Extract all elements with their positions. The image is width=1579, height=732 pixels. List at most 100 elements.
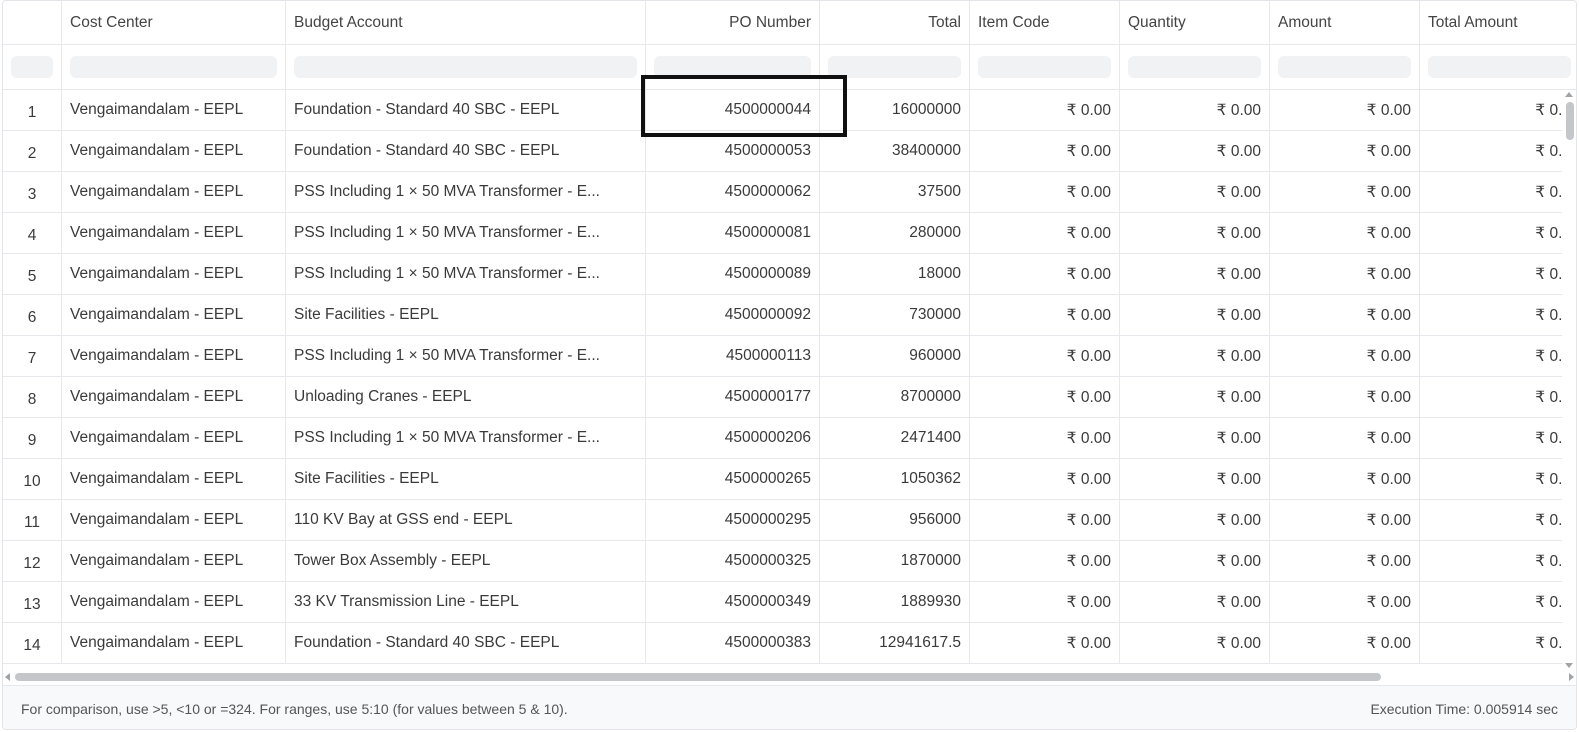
- filter-input-quantity[interactable]: [1128, 56, 1261, 78]
- cell-po_number[interactable]: 4500000062: [646, 172, 820, 212]
- column-header-quantity[interactable]: Quantity: [1120, 1, 1270, 44]
- cell-cost_center[interactable]: Vengaimandalam - EEPL: [62, 295, 286, 335]
- cell-po_number[interactable]: 4500000053: [646, 131, 820, 171]
- cell-amount[interactable]: ₹ 0.00: [1270, 172, 1420, 212]
- cell-total_amount[interactable]: ₹ 0.0: [1420, 541, 1576, 581]
- cell-amount[interactable]: ₹ 0.00: [1270, 500, 1420, 540]
- vertical-scroll-thumb[interactable]: [1566, 102, 1574, 140]
- row-number[interactable]: 12: [3, 541, 62, 581]
- cell-po_number[interactable]: 4500000177: [646, 377, 820, 417]
- cell-budget_account[interactable]: PSS Including 1 × 50 MVA Transformer - E…: [286, 336, 646, 376]
- cell-total[interactable]: 38400000: [820, 131, 970, 171]
- column-header-cost_center[interactable]: Cost Center: [62, 1, 286, 44]
- cell-total_amount[interactable]: ₹ 0.0: [1420, 295, 1576, 335]
- cell-po_number[interactable]: 4500000113: [646, 336, 820, 376]
- filter-input-amount[interactable]: [1278, 56, 1411, 78]
- cell-quantity[interactable]: ₹ 0.00: [1120, 254, 1270, 294]
- cell-total[interactable]: 1870000: [820, 541, 970, 581]
- cell-quantity[interactable]: ₹ 0.00: [1120, 131, 1270, 171]
- cell-quantity[interactable]: ₹ 0.00: [1120, 582, 1270, 622]
- horizontal-scroll-thumb[interactable]: [15, 673, 1381, 681]
- cell-cost_center[interactable]: Vengaimandalam - EEPL: [62, 172, 286, 212]
- cell-po_number[interactable]: 4500000044: [646, 90, 820, 130]
- column-header-po_number[interactable]: PO Number: [646, 1, 820, 44]
- cell-budget_account[interactable]: Site Facilities - EEPL: [286, 295, 646, 335]
- cell-budget_account[interactable]: PSS Including 1 × 50 MVA Transformer - E…: [286, 213, 646, 253]
- cell-cost_center[interactable]: Vengaimandalam - EEPL: [62, 213, 286, 253]
- column-header-total_amount[interactable]: Total Amount: [1420, 1, 1576, 44]
- cell-budget_account[interactable]: PSS Including 1 × 50 MVA Transformer - E…: [286, 254, 646, 294]
- cell-budget_account[interactable]: 110 KV Bay at GSS end - EEPL: [286, 500, 646, 540]
- cell-total[interactable]: 960000: [820, 336, 970, 376]
- cell-item_code[interactable]: ₹ 0.00: [970, 459, 1120, 499]
- cell-item_code[interactable]: ₹ 0.00: [970, 623, 1120, 663]
- cell-amount[interactable]: ₹ 0.00: [1270, 582, 1420, 622]
- cell-total_amount[interactable]: ₹ 0.0: [1420, 172, 1576, 212]
- cell-total[interactable]: 18000: [820, 254, 970, 294]
- cell-amount[interactable]: ₹ 0.00: [1270, 541, 1420, 581]
- row-number[interactable]: 5: [3, 254, 62, 294]
- cell-budget_account[interactable]: Foundation - Standard 40 SBC - EEPL: [286, 131, 646, 171]
- cell-cost_center[interactable]: Vengaimandalam - EEPL: [62, 582, 286, 622]
- cell-item_code[interactable]: ₹ 0.00: [970, 500, 1120, 540]
- cell-budget_account[interactable]: Foundation - Standard 40 SBC - EEPL: [286, 623, 646, 663]
- scroll-right-arrow-icon[interactable]: [1569, 673, 1574, 681]
- cell-total[interactable]: 956000: [820, 500, 970, 540]
- cell-po_number[interactable]: 4500000206: [646, 418, 820, 458]
- cell-total_amount[interactable]: ₹ 0.0: [1420, 90, 1576, 130]
- cell-total_amount[interactable]: ₹ 0.0: [1420, 623, 1576, 663]
- cell-total[interactable]: 280000: [820, 213, 970, 253]
- cell-quantity[interactable]: ₹ 0.00: [1120, 172, 1270, 212]
- column-header-budget_account[interactable]: Budget Account: [286, 1, 646, 44]
- cell-cost_center[interactable]: Vengaimandalam - EEPL: [62, 254, 286, 294]
- cell-item_code[interactable]: ₹ 0.00: [970, 418, 1120, 458]
- cell-cost_center[interactable]: Vengaimandalam - EEPL: [62, 377, 286, 417]
- cell-quantity[interactable]: ₹ 0.00: [1120, 418, 1270, 458]
- cell-cost_center[interactable]: Vengaimandalam - EEPL: [62, 131, 286, 171]
- scroll-left-arrow-icon[interactable]: [5, 673, 10, 681]
- cell-total_amount[interactable]: ₹ 0.0: [1420, 336, 1576, 376]
- cell-budget_account[interactable]: Foundation - Standard 40 SBC - EEPL: [286, 90, 646, 130]
- cell-amount[interactable]: ₹ 0.00: [1270, 254, 1420, 294]
- cell-po_number[interactable]: 4500000089: [646, 254, 820, 294]
- cell-amount[interactable]: ₹ 0.00: [1270, 213, 1420, 253]
- cell-quantity[interactable]: ₹ 0.00: [1120, 459, 1270, 499]
- cell-amount[interactable]: ₹ 0.00: [1270, 131, 1420, 171]
- cell-budget_account[interactable]: Tower Box Assembly - EEPL: [286, 541, 646, 581]
- scroll-up-arrow-icon[interactable]: [1565, 92, 1573, 97]
- cell-item_code[interactable]: ₹ 0.00: [970, 131, 1120, 171]
- cell-total[interactable]: 1050362: [820, 459, 970, 499]
- cell-quantity[interactable]: ₹ 0.00: [1120, 213, 1270, 253]
- cell-po_number[interactable]: 4500000325: [646, 541, 820, 581]
- row-number[interactable]: 6: [3, 295, 62, 335]
- column-header-n[interactable]: [3, 1, 62, 44]
- cell-total[interactable]: 37500: [820, 172, 970, 212]
- cell-cost_center[interactable]: Vengaimandalam - EEPL: [62, 500, 286, 540]
- cell-quantity[interactable]: ₹ 0.00: [1120, 377, 1270, 417]
- cell-amount[interactable]: ₹ 0.00: [1270, 295, 1420, 335]
- cell-item_code[interactable]: ₹ 0.00: [970, 90, 1120, 130]
- row-number[interactable]: 8: [3, 377, 62, 417]
- cell-amount[interactable]: ₹ 0.00: [1270, 459, 1420, 499]
- cell-total_amount[interactable]: ₹ 0.0: [1420, 254, 1576, 294]
- cell-item_code[interactable]: ₹ 0.00: [970, 541, 1120, 581]
- row-number[interactable]: 10: [3, 459, 62, 499]
- scroll-down-arrow-icon[interactable]: [1565, 663, 1573, 668]
- cell-total_amount[interactable]: ₹ 0.0: [1420, 418, 1576, 458]
- cell-quantity[interactable]: ₹ 0.00: [1120, 90, 1270, 130]
- cell-total[interactable]: 1889930: [820, 582, 970, 622]
- cell-item_code[interactable]: ₹ 0.00: [970, 336, 1120, 376]
- cell-budget_account[interactable]: PSS Including 1 × 50 MVA Transformer - E…: [286, 418, 646, 458]
- row-number[interactable]: 1: [3, 90, 62, 130]
- cell-po_number[interactable]: 4500000265: [646, 459, 820, 499]
- cell-item_code[interactable]: ₹ 0.00: [970, 172, 1120, 212]
- row-number[interactable]: 14: [3, 623, 62, 663]
- cell-amount[interactable]: ₹ 0.00: [1270, 90, 1420, 130]
- cell-cost_center[interactable]: Vengaimandalam - EEPL: [62, 459, 286, 499]
- horizontal-scrollbar[interactable]: [3, 670, 1576, 684]
- filter-input-total_amount[interactable]: [1428, 56, 1571, 78]
- cell-budget_account[interactable]: 33 KV Transmission Line - EEPL: [286, 582, 646, 622]
- filter-input-item_code[interactable]: [978, 56, 1111, 78]
- cell-cost_center[interactable]: Vengaimandalam - EEPL: [62, 623, 286, 663]
- cell-item_code[interactable]: ₹ 0.00: [970, 377, 1120, 417]
